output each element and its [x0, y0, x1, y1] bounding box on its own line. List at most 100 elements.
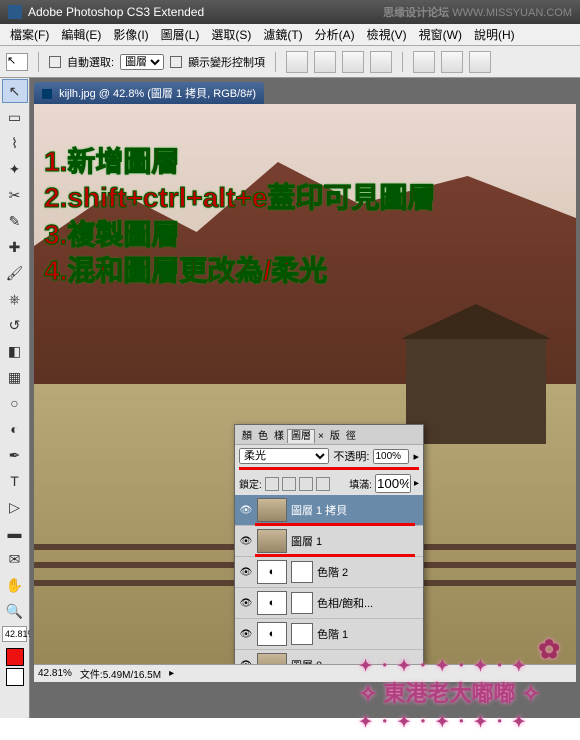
watermark-cn: 思缘设计论坛	[383, 7, 449, 19]
layer-thumb[interactable]	[257, 653, 287, 664]
status-arrow-icon[interactable]: ▸	[169, 668, 174, 679]
align-button[interactable]	[314, 51, 336, 73]
gradient-tool[interactable]: ▦	[2, 365, 28, 389]
auto-select-checkbox[interactable]	[49, 56, 61, 68]
menu-item[interactable]: 說明(H)	[468, 26, 521, 43]
status-zoom[interactable]: 42.81%	[38, 668, 72, 679]
dodge-tool[interactable]: ◐	[2, 417, 28, 441]
visibility-icon[interactable]: 👁	[239, 658, 253, 664]
panel-tab[interactable]: 樣	[271, 430, 287, 443]
menu-item[interactable]: 視窗(W)	[413, 26, 468, 43]
layer-name: 圖層 1 拷貝	[291, 502, 347, 518]
menu-item[interactable]: 檔案(F)	[4, 26, 55, 43]
eyedropper-tool[interactable]: ✎	[2, 209, 28, 233]
brush-tool[interactable]: 🖌	[2, 261, 28, 285]
panel-tab[interactable]: 圖層	[287, 429, 315, 443]
notes-tool[interactable]: ✉	[2, 547, 28, 571]
layers-panel[interactable]: 顏色樣圖層×版徑 柔光 不透明: ▸ 鎖定: 填滿: ▸	[234, 424, 424, 664]
layer-row[interactable]: 👁 圖層 1 拷貝	[235, 495, 423, 526]
visibility-icon[interactable]: 👁	[239, 627, 253, 641]
blend-mode-dropdown[interactable]: 柔光	[239, 448, 329, 464]
align-button[interactable]	[342, 51, 364, 73]
toolbox-zoom[interactable]: 42.81%	[2, 626, 27, 642]
distribute-button[interactable]	[469, 51, 491, 73]
layer-row[interactable]: 👁◐色階 1	[235, 619, 423, 650]
status-filesize: 文件:5.49M/16.5M	[80, 666, 161, 681]
tutorial-overlay: 1.新增圖層2.shift+ctrl+alt+e蓋印可見圖層3.複製圖層4.混和…	[44, 144, 435, 290]
fg-color[interactable]	[6, 648, 24, 666]
heal-tool[interactable]: ✚	[2, 235, 28, 259]
document-tab[interactable]: kijlh.jpg @ 42.8% (圖層 1 拷貝, RGB/8#)	[34, 82, 264, 104]
bg-color[interactable]	[6, 668, 24, 686]
eraser-tool[interactable]: ◧	[2, 339, 28, 363]
menu-item[interactable]: 編輯(E)	[55, 26, 107, 43]
layer-mask[interactable]	[291, 592, 313, 614]
layer-name: 圖層 1	[291, 533, 322, 549]
visibility-icon[interactable]: 👁	[239, 534, 253, 548]
canvas[interactable]: 1.新增圖層2.shift+ctrl+alt+e蓋印可見圖層3.複製圖層4.混和…	[34, 104, 576, 664]
history-tool[interactable]: ↺	[2, 313, 28, 337]
layer-row[interactable]: 👁 圖層 1	[235, 526, 423, 557]
distribute-button[interactable]	[413, 51, 435, 73]
opacity-arrow-icon[interactable]: ▸	[413, 450, 419, 463]
move-tool[interactable]: ↖	[2, 79, 28, 103]
layer-name: 圖層 0	[291, 657, 322, 664]
menu-item[interactable]: 選取(S)	[205, 26, 257, 43]
marquee-tool[interactable]: ▭	[2, 105, 28, 129]
opacity-label: 不透明:	[333, 448, 369, 464]
stamp-tool[interactable]: ⎈	[2, 287, 28, 311]
align-button[interactable]	[286, 51, 308, 73]
pen-tool[interactable]: ✒	[2, 443, 28, 467]
menu-item[interactable]: 檢視(V)	[361, 26, 413, 43]
move-tool-icon[interactable]: ↖	[6, 53, 28, 71]
lock-position-icon[interactable]	[299, 477, 313, 491]
lasso-tool[interactable]: ⌇	[2, 131, 28, 155]
shape-tool[interactable]: ▬	[2, 521, 28, 545]
layer-row[interactable]: 👁 ◐ 色階 2	[235, 557, 423, 588]
menu-item[interactable]: 影像(I)	[107, 26, 154, 43]
zoom-tool[interactable]: 🔍	[2, 599, 28, 623]
wand-tool[interactable]: ✦	[2, 157, 28, 181]
transform-checkbox[interactable]	[170, 56, 182, 68]
visibility-icon[interactable]: 👁	[239, 503, 253, 517]
panel-tab[interactable]: 徑	[343, 430, 359, 443]
doc-icon	[42, 89, 52, 99]
menu-item[interactable]: 濾鏡(T)	[257, 26, 308, 43]
layer-row[interactable]: 👁◐色相/飽和...	[235, 588, 423, 619]
panel-tab[interactable]: 顏	[239, 430, 255, 443]
lock-all-icon[interactable]	[316, 477, 330, 491]
crop-tool[interactable]: ✂	[2, 183, 28, 207]
toolbox: ↖ ▭ ⌇ ✦ ✂ ✎ ✚ 🖌 ⎈ ↺ ◧ ▦ ○ ◐ ✒ T ▷ ▬ ✉ ✋ …	[0, 78, 30, 718]
distribute-button[interactable]	[441, 51, 463, 73]
fill-arrow-icon[interactable]: ▸	[414, 478, 419, 489]
panel-tab[interactable]: ×	[315, 430, 327, 443]
layer-thumb[interactable]	[257, 529, 287, 553]
menu-item[interactable]: 圖層(L)	[155, 26, 206, 43]
layer-name: 色階 2	[317, 564, 348, 580]
lock-label: 鎖定:	[239, 476, 262, 491]
menubar[interactable]: 檔案(F)編輯(E)影像(I)圖層(L)選取(S)濾鏡(T)分析(A)檢視(V)…	[0, 24, 580, 46]
layer-mask[interactable]	[291, 623, 313, 645]
lock-image-icon[interactable]	[282, 477, 296, 491]
layer-mask[interactable]	[291, 561, 313, 583]
lock-transparent-icon[interactable]	[265, 477, 279, 491]
layer-thumb[interactable]	[257, 498, 287, 522]
hand-tool[interactable]: ✋	[2, 573, 28, 597]
path-tool[interactable]: ▷	[2, 495, 28, 519]
type-tool[interactable]: T	[2, 469, 28, 493]
visibility-icon[interactable]: 👁	[239, 596, 253, 610]
layer-thumb[interactable]: ◐	[257, 591, 287, 615]
app-icon	[8, 5, 22, 19]
layer-thumb[interactable]: ◐	[257, 560, 287, 584]
opacity-input[interactable]	[373, 449, 409, 464]
menu-item[interactable]: 分析(A)	[309, 26, 361, 43]
layer-thumb[interactable]: ◐	[257, 622, 287, 646]
align-button[interactable]	[370, 51, 392, 73]
auto-select-dropdown[interactable]: 圖層	[120, 54, 164, 70]
fill-input[interactable]	[375, 474, 411, 493]
panel-tab[interactable]: 色	[255, 430, 271, 443]
panel-tab[interactable]: 版	[327, 430, 343, 443]
visibility-icon[interactable]: 👁	[239, 565, 253, 579]
blur-tool[interactable]: ○	[2, 391, 28, 415]
panel-tabs[interactable]: 顏色樣圖層×版徑	[235, 425, 423, 445]
